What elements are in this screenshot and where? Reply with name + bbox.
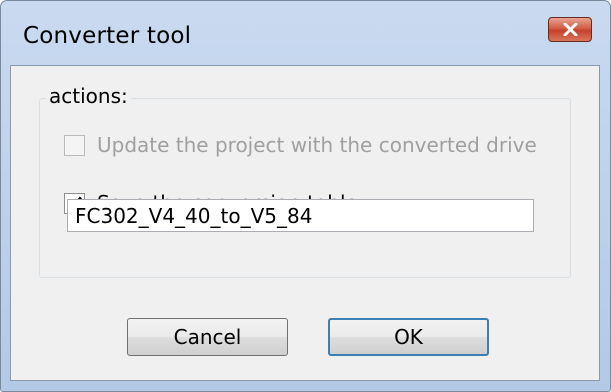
close-button[interactable] (548, 17, 592, 42)
title-bar[interactable]: Converter tool (1, 1, 610, 65)
actions-groupbox: actions: Update the project with the con… (39, 84, 571, 278)
converter-dialog: Converter tool actions: Update the proje… (0, 0, 611, 392)
actions-legend: actions: (46, 84, 131, 108)
update-project-label: Update the project with the converted dr… (97, 133, 537, 157)
ok-button[interactable]: OK (328, 318, 489, 356)
cancel-button[interactable]: Cancel (127, 318, 288, 356)
close-icon (563, 23, 578, 36)
dialog-body: actions: Update the project with the con… (10, 65, 600, 381)
conversion-table-name-input[interactable] (67, 199, 534, 232)
update-project-checkbox[interactable] (64, 135, 85, 156)
window-title: Converter tool (23, 23, 192, 49)
